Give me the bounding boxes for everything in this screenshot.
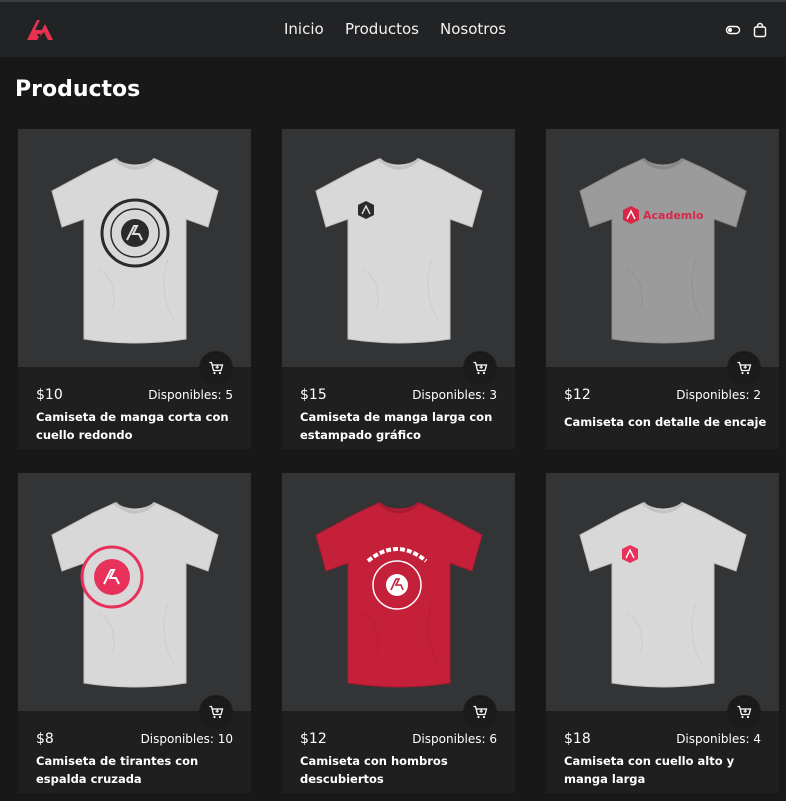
product-price: $8: [36, 731, 54, 747]
product-name: Camiseta de tirantes con espalda cruzada: [36, 754, 199, 786]
add-to-cart-button[interactable]: [727, 351, 761, 385]
product-stock: Disponibles: 5: [148, 388, 233, 402]
tshirt-image: [315, 501, 483, 688]
product-name: Camiseta con hombros descubiertos: [300, 754, 448, 786]
product-card[interactable]: $10 Disponibles: 5 Camiseta de manga cor…: [18, 129, 251, 449]
product-image[interactable]: [18, 473, 251, 711]
product-price: $12: [564, 387, 591, 403]
tshirt-image: [315, 157, 483, 344]
add-to-cart-button[interactable]: [727, 695, 761, 729]
product-name: Camiseta con cuello alto y manga larga: [564, 754, 735, 786]
product-card[interactable]: $12 Disponibles: 6 Camiseta con hombros …: [282, 473, 515, 793]
product-stock: Disponibles: 3: [412, 388, 497, 402]
add-to-cart-button[interactable]: [199, 351, 233, 385]
product-card[interactable]: $15 Disponibles: 3 Camiseta de manga lar…: [282, 129, 515, 449]
product-image[interactable]: [18, 129, 251, 367]
theme-toggle-icon[interactable]: [725, 22, 741, 38]
top-navbar: Inicio Productos Nosotros: [0, 0, 786, 57]
product-price: $10: [36, 387, 63, 403]
nav-productos[interactable]: Productos: [345, 20, 419, 38]
product-price: $12: [300, 731, 327, 747]
page-title: Productos: [15, 77, 141, 102]
add-to-cart-icon: [737, 361, 752, 375]
tshirt-image: Academlo: [579, 157, 747, 344]
tshirt-image: [51, 501, 219, 688]
product-image[interactable]: [282, 129, 515, 367]
add-to-cart-icon: [209, 705, 224, 719]
product-stock: Disponibles: 2: [676, 388, 761, 402]
main-nav: Inicio Productos Nosotros: [0, 20, 786, 44]
product-image[interactable]: Academlo: [546, 129, 779, 367]
product-price: $18: [564, 731, 591, 747]
product-name: Camiseta de manga corta con cuello redon…: [36, 410, 229, 442]
product-card[interactable]: $18 Disponibles: 4 Camiseta con cuello a…: [546, 473, 779, 793]
add-to-cart-button[interactable]: [463, 695, 497, 729]
add-to-cart-icon: [209, 361, 224, 375]
nav-nosotros[interactable]: Nosotros: [440, 20, 506, 38]
tshirt-image: [51, 157, 219, 344]
product-stock: Disponibles: 10: [140, 732, 233, 746]
product-price: $15: [300, 387, 327, 403]
add-to-cart-button[interactable]: [463, 351, 497, 385]
add-to-cart-button[interactable]: [199, 695, 233, 729]
product-name: Camiseta con detalle de encaje: [564, 415, 767, 429]
product-name: Camiseta de manga larga con estampado gr…: [300, 410, 493, 442]
product-card[interactable]: Academlo $12 Disponibles: 2 Camiseta con…: [546, 129, 779, 449]
add-to-cart-icon: [473, 705, 488, 719]
product-stock: Disponibles: 4: [676, 732, 761, 746]
svg-text:Academlo: Academlo: [643, 209, 704, 222]
product-card[interactable]: $8 Disponibles: 10 Camiseta de tirantes …: [18, 473, 251, 793]
product-image[interactable]: [282, 473, 515, 711]
tshirt-image: [579, 501, 747, 688]
nav-inicio[interactable]: Inicio: [284, 20, 324, 38]
add-to-cart-icon: [737, 705, 752, 719]
product-image[interactable]: [546, 473, 779, 711]
shopping-bag-icon[interactable]: [752, 22, 768, 38]
product-stock: Disponibles: 6: [412, 732, 497, 746]
add-to-cart-icon: [473, 361, 488, 375]
